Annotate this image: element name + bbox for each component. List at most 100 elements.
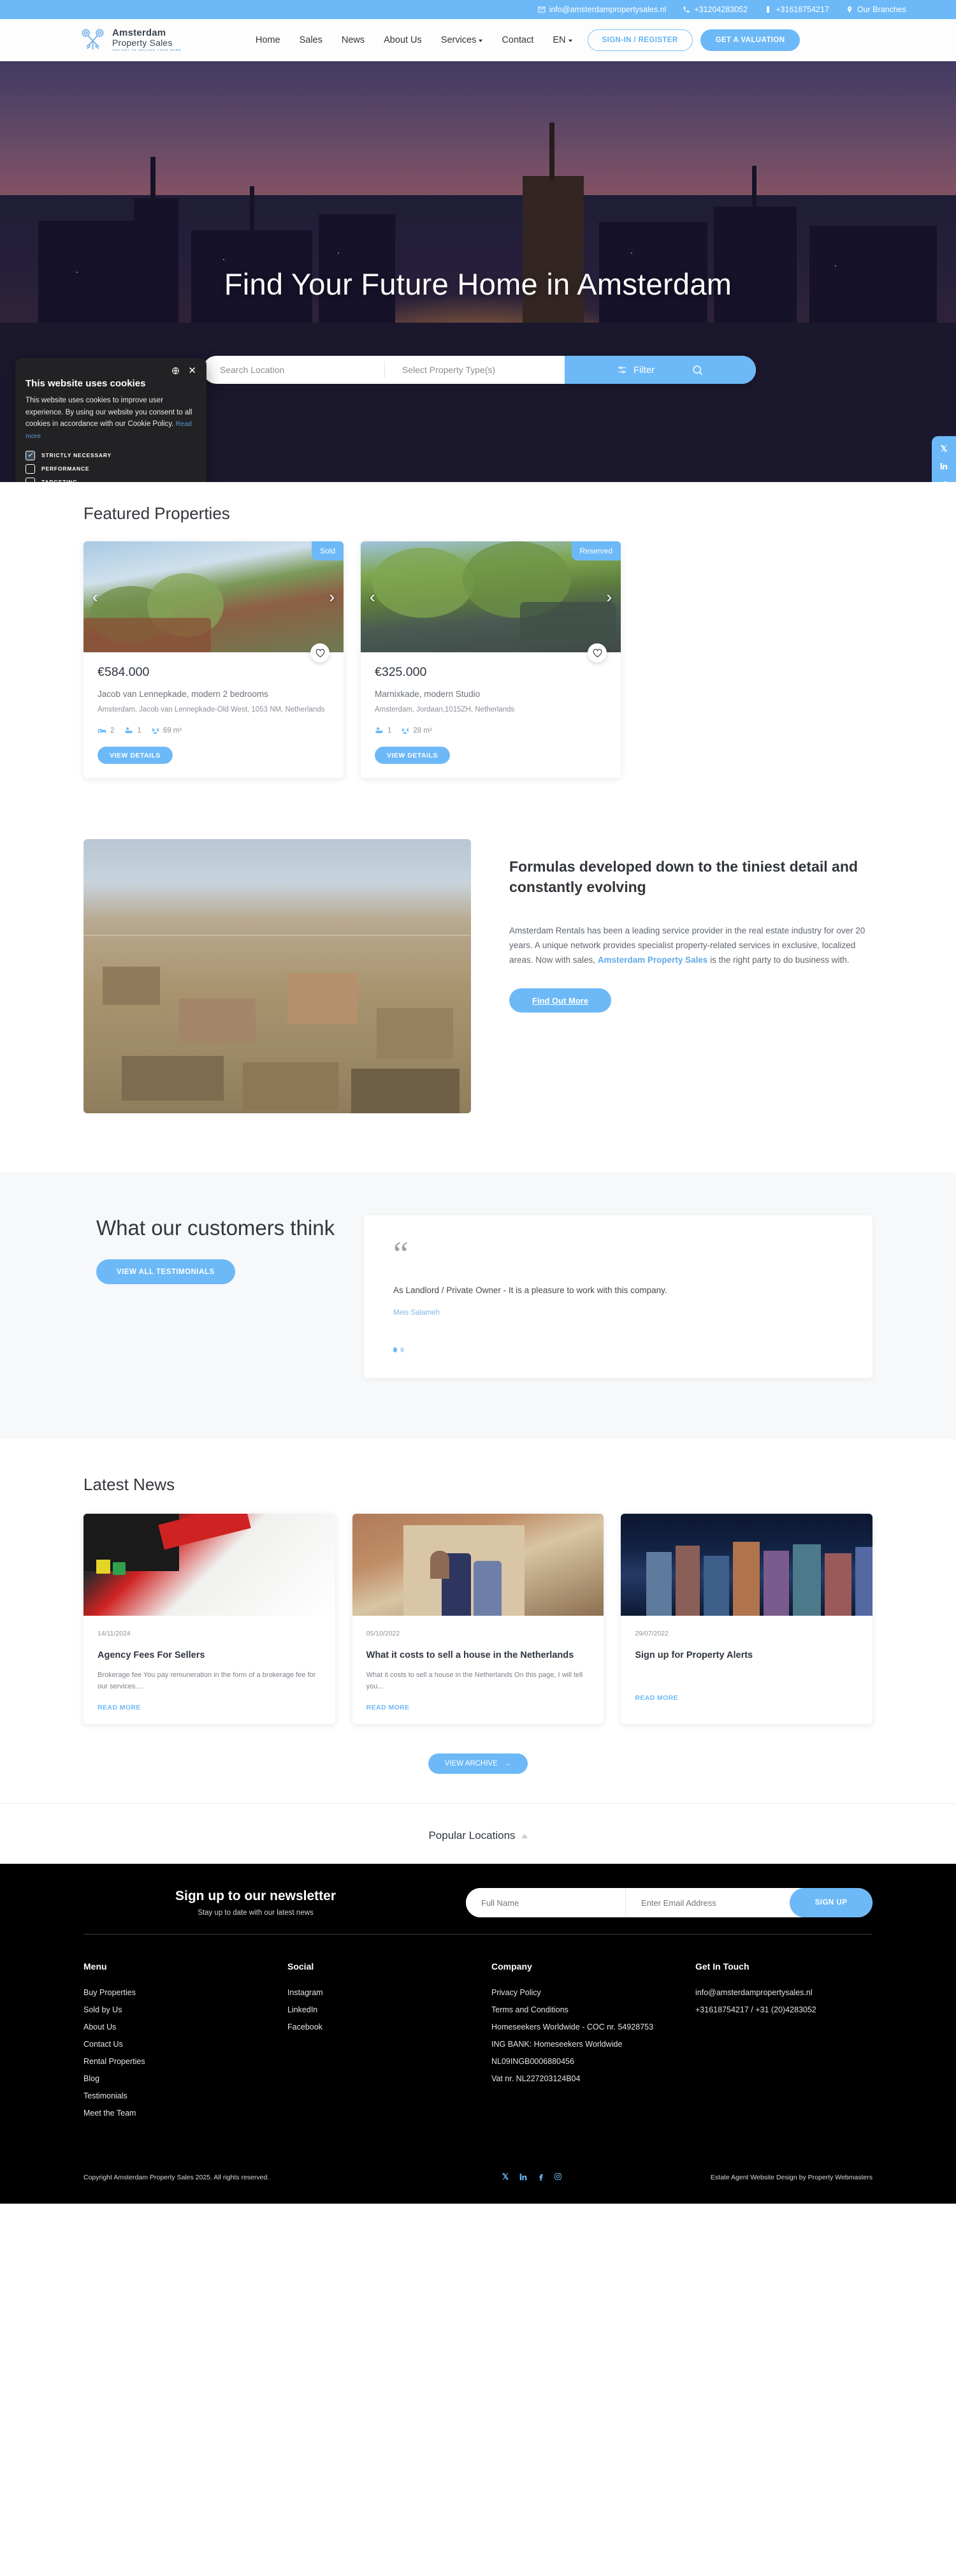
- favorite-button[interactable]: [310, 643, 330, 662]
- sign-in-register-button[interactable]: SIGN-IN / REGISTER: [587, 29, 693, 51]
- nav-item-contact[interactable]: Contact: [502, 35, 533, 45]
- topbar-phone-1[interactable]: +31204283052: [683, 5, 748, 14]
- view-details-button[interactable]: VIEW DETAILS: [375, 747, 450, 765]
- footer-link-linkedin[interactable]: LinkedIn: [287, 2002, 491, 2019]
- footer-link-terms-conditions[interactable]: Terms and Conditions: [491, 2002, 695, 2019]
- carousel-next-icon[interactable]: ›: [329, 589, 335, 605]
- linkedin-icon[interactable]: [519, 2172, 528, 2181]
- footer-link-rental-properties[interactable]: Rental Properties: [83, 2053, 287, 2070]
- crossed-keys-logo-icon: [82, 29, 104, 50]
- topbar-email[interactable]: info@amsterdampropertysales.nl: [538, 5, 666, 14]
- nav-item-services[interactable]: Services: [441, 35, 483, 45]
- x-icon[interactable]: 𝕏: [502, 2172, 509, 2182]
- pagination-dot[interactable]: [393, 1347, 397, 1353]
- search-icon[interactable]: [692, 364, 704, 376]
- property-area: 28 m²: [402, 727, 432, 735]
- hero-title: Find Your Future Home in Amsterdam: [224, 267, 732, 301]
- globe-icon[interactable]: [171, 367, 180, 375]
- footer-link-blog[interactable]: Blog: [83, 2070, 287, 2088]
- footer-link-meet-the-team[interactable]: Meet the Team: [83, 2105, 287, 2122]
- read-more-link[interactable]: READ MORE: [635, 1694, 858, 1702]
- footer-columns: Menu Buy Properties Sold by Us About Us …: [83, 1935, 873, 2121]
- footer-link-instagram[interactable]: Instagram: [287, 1984, 491, 2002]
- x-icon[interactable]: 𝕏: [941, 444, 947, 453]
- nav-item-about-us[interactable]: About Us: [384, 35, 422, 45]
- topbar-branches[interactable]: Our Branches: [846, 5, 906, 14]
- carousel-prev-icon[interactable]: ‹: [92, 589, 98, 605]
- linkedin-icon[interactable]: [939, 462, 948, 471]
- site-logo[interactable]: Amsterdam Property Sales THE KEY TO SELL…: [80, 27, 182, 53]
- newsletter-sub: Stay up to date with our latest news: [198, 1909, 314, 1917]
- footer-link-contact-us[interactable]: Contact Us: [83, 2036, 287, 2053]
- read-more-link[interactable]: READ MORE: [366, 1704, 590, 1711]
- footer-phone[interactable]: +31618754217 / +31 (20)4283052: [695, 2002, 873, 2019]
- logo-line-2: Property Sales: [112, 38, 173, 48]
- footer-column-social: Social Instagram LinkedIn Facebook: [287, 1961, 491, 2121]
- top-contact-bar: info@amsterdampropertysales.nl +31204283…: [0, 0, 956, 19]
- email-input[interactable]: [625, 1888, 790, 1918]
- footer-email[interactable]: info@amsterdampropertysales.nl: [695, 1984, 873, 2002]
- get-a-valuation-button[interactable]: GET A VALUATION: [700, 29, 800, 51]
- full-name-input[interactable]: [466, 1888, 625, 1918]
- find-out-more-button[interactable]: Find Out More: [509, 988, 612, 1013]
- quote-icon: “: [393, 1234, 409, 1273]
- popular-locations-label: Popular Locations: [428, 1829, 516, 1842]
- property-card[interactable]: Sold ‹ › €584.000 Jacob van Lennepkade, …: [83, 541, 344, 779]
- property-card-body: €584.000 Jacob van Lennepkade, modern 2 …: [83, 652, 344, 778]
- news-card[interactable]: 14/11/2024 Agency Fees For Sellers Broke…: [83, 1514, 335, 1725]
- close-icon[interactable]: ✕: [188, 366, 196, 376]
- about-body-link[interactable]: Amsterdam Property Sales: [598, 955, 708, 965]
- location-pin-icon: [847, 6, 851, 13]
- footer-text-bank: ING BANK: Homeseekers Worldwide NL09INGB…: [491, 2040, 623, 2066]
- footer-link-privacy-policy[interactable]: Privacy Policy: [491, 1984, 695, 2002]
- nav-item-sales[interactable]: Sales: [300, 35, 322, 45]
- nav-item-language[interactable]: EN: [553, 35, 572, 45]
- arrow-right-icon: →: [503, 1760, 512, 1768]
- facebook-icon[interactable]: [941, 479, 947, 482]
- nav-item-home[interactable]: Home: [256, 35, 280, 45]
- footer-link-testimonials[interactable]: Testimonials: [83, 2088, 287, 2105]
- property-type-select[interactable]: Select Property Type(s): [385, 356, 565, 384]
- checkbox-checked-icon[interactable]: [25, 450, 35, 460]
- favorite-button[interactable]: [588, 643, 607, 662]
- view-details-button[interactable]: VIEW DETAILS: [98, 747, 173, 765]
- testimonial-card: “ As Landlord / Private Owner - It is a …: [364, 1215, 873, 1379]
- footer-link-sold-by-us[interactable]: Sold by Us: [83, 2002, 287, 2019]
- phone-icon: [683, 6, 690, 13]
- carousel-prev-icon[interactable]: ‹: [370, 589, 375, 605]
- popular-locations-toggle[interactable]: Popular Locations: [428, 1829, 528, 1842]
- view-archive-button[interactable]: VIEW ARCHIVE →: [428, 1753, 528, 1775]
- cookie-body-text: This website uses cookies to improve use…: [25, 397, 192, 428]
- property-image: Reserved ‹ ›: [361, 541, 621, 652]
- about-heading: Formulas developed down to the tiniest d…: [509, 858, 858, 896]
- featured-properties-title: Featured Properties: [83, 504, 230, 523]
- cookie-option-targeting[interactable]: TARGETING: [25, 477, 196, 482]
- cookie-option-strictly-necessary[interactable]: STRICTLY NECESSARY: [25, 450, 196, 460]
- footer-column-company: Company Privacy Policy Terms and Conditi…: [491, 1961, 695, 2121]
- nav-label: Home: [255, 35, 280, 45]
- pagination-dot[interactable]: [400, 1347, 404, 1353]
- facebook-icon[interactable]: [538, 2172, 544, 2182]
- footer-link-facebook[interactable]: Facebook: [287, 2019, 491, 2036]
- topbar-phone-2[interactable]: +31618754217: [764, 5, 829, 14]
- sign-up-button[interactable]: SIGN UP: [790, 1888, 873, 1918]
- search-location-input[interactable]: Search Location: [203, 356, 384, 384]
- read-more-link[interactable]: READ MORE: [98, 1704, 321, 1711]
- checkbox-icon[interactable]: [25, 477, 35, 482]
- footer-link-buy-properties[interactable]: Buy Properties: [83, 1984, 287, 2002]
- bath-icon: [125, 728, 133, 734]
- carousel-next-icon[interactable]: ›: [606, 589, 612, 605]
- cookie-option-performance[interactable]: PERFORMANCE: [25, 464, 196, 474]
- footer-link-about-us[interactable]: About Us: [83, 2019, 287, 2036]
- instagram-icon[interactable]: [554, 2172, 562, 2181]
- checkbox-icon[interactable]: [25, 464, 35, 474]
- filter-search-group[interactable]: Filter: [565, 356, 756, 384]
- property-card[interactable]: Reserved ‹ › €325.000 Marnixkade, modern…: [361, 541, 621, 779]
- about-body-part2: is the right party to do business with.: [707, 955, 850, 965]
- news-card[interactable]: 29/07/2022 Sign up for Property Alerts R…: [621, 1514, 873, 1725]
- filter-button[interactable]: Filter: [617, 365, 655, 376]
- news-card[interactable]: 05/10/2022 What it costs to sell a house…: [352, 1514, 604, 1725]
- view-all-testimonials-button[interactable]: VIEW ALL TESTIMONIALS: [96, 1259, 235, 1285]
- nav-item-news[interactable]: News: [342, 35, 365, 45]
- testimonials-intro: What our customers think VIEW ALL TESTIM…: [83, 1215, 364, 1378]
